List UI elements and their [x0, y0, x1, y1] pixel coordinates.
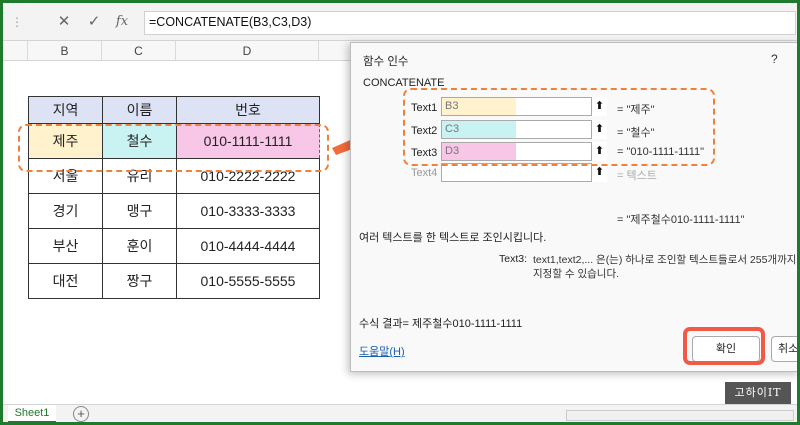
formula-bar-grip-icon: ⋮	[11, 15, 23, 29]
header-name[interactable]: 이름	[102, 96, 177, 124]
formula-bar: ⋮ ✕ ✓ fx =CONCATENATE(B3,C3,D3)	[3, 3, 797, 41]
dialog-help-button[interactable]: ?	[771, 52, 778, 66]
column-header-e[interactable]	[319, 41, 350, 61]
table-cell[interactable]: 대전	[28, 263, 103, 299]
arg-description: text1,text2,... 은(는) 하나로 조인할 텍스트들로서 255개…	[533, 254, 797, 280]
sheet-tab-sheet1[interactable]: Sheet1	[8, 405, 56, 423]
table-row: 부산 훈이 010-4444-4444	[28, 228, 320, 264]
table-cell[interactable]: 훈이	[102, 228, 177, 264]
header-number[interactable]: 번호	[176, 96, 320, 124]
ok-button-highlight	[683, 327, 765, 365]
table-cell[interactable]: 010-4444-4444	[176, 228, 320, 264]
table-row: 대전 짱구 010-5555-5555	[28, 263, 320, 299]
table-cell[interactable]: 부산	[28, 228, 103, 264]
arg-description-label: Text3:	[499, 253, 528, 265]
add-sheet-icon[interactable]: +	[73, 406, 89, 422]
cancel-formula-icon[interactable]: ✕	[53, 11, 75, 33]
arg-label-text4: Text4	[411, 167, 438, 179]
cancel-button[interactable]: 취소	[771, 336, 800, 362]
column-header-d[interactable]: D	[176, 41, 319, 61]
watermark-logo: 고하이IT	[725, 382, 791, 404]
arg-result-text4: = 텍스트	[617, 170, 657, 182]
insert-function-icon[interactable]: fx	[111, 11, 133, 33]
table-header-row: 지역 이름 번호	[28, 96, 320, 124]
args-highlight-dashed	[403, 88, 715, 166]
table-cell[interactable]: 경기	[28, 193, 103, 229]
dialog-title: 함수 인수	[363, 56, 409, 68]
column-header-b[interactable]: B	[28, 41, 102, 61]
corner-cell[interactable]	[3, 41, 28, 61]
horizontal-scrollbar[interactable]	[566, 410, 794, 421]
row-highlight-dashed	[18, 124, 329, 172]
table-cell[interactable]: 010-3333-3333	[176, 193, 320, 229]
enter-formula-icon[interactable]: ✓	[83, 11, 105, 33]
table-cell[interactable]: 맹구	[102, 193, 177, 229]
table-row: 경기 맹구 010-3333-3333	[28, 193, 320, 229]
formula-input[interactable]: =CONCATENATE(B3,C3,D3)	[144, 11, 796, 35]
header-region[interactable]: 지역	[28, 96, 103, 124]
table-cell[interactable]: 짱구	[102, 263, 177, 299]
function-description: 여러 텍스트를 한 텍스트로 조인시킵니다.	[359, 232, 547, 244]
column-header-c[interactable]: C	[102, 41, 176, 61]
formula-result: 수식 결과= 제주철수010-1111-1111	[359, 318, 523, 330]
help-link[interactable]: 도움말(H)	[359, 343, 405, 359]
overall-result: = "제주철수010-1111-1111"	[617, 214, 745, 226]
table-cell[interactable]: 010-5555-5555	[176, 263, 320, 299]
arg-value-text4	[442, 164, 516, 181]
